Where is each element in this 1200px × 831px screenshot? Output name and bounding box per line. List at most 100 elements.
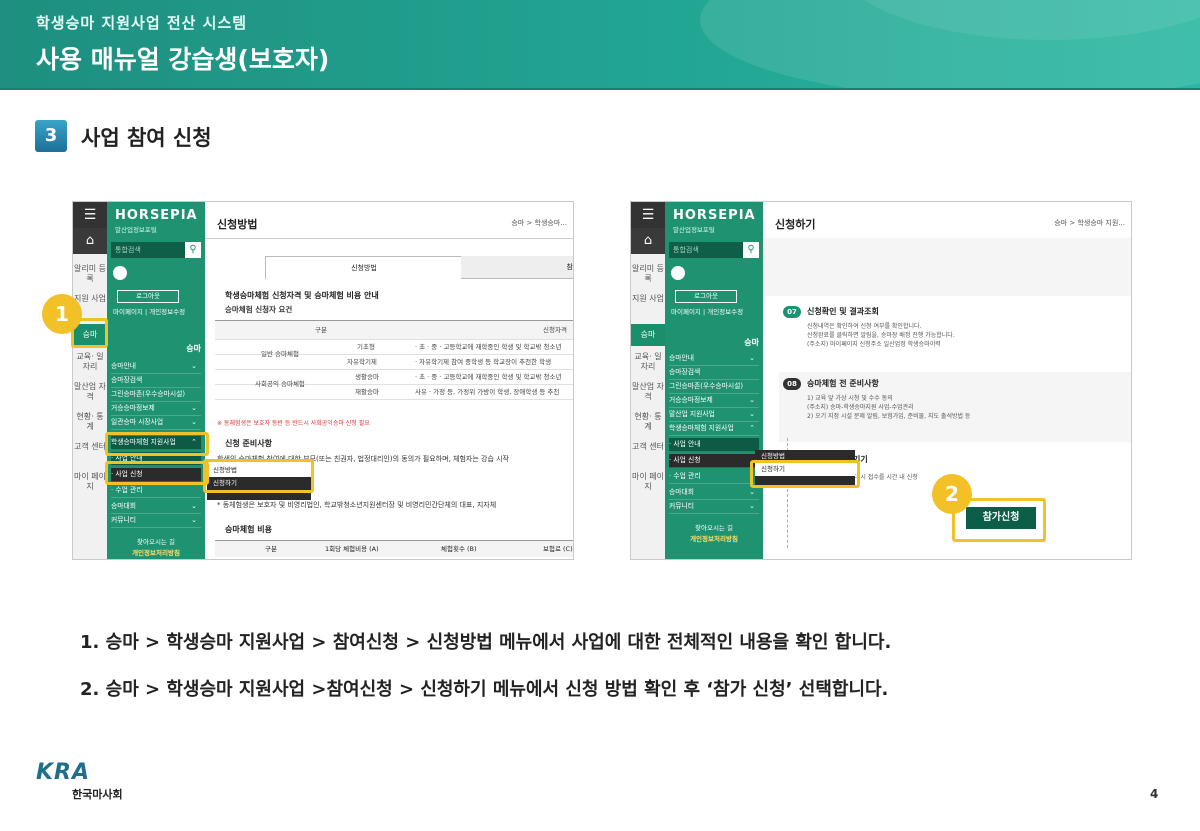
- menu-item[interactable]: 승마대회 ⌄: [111, 500, 201, 514]
- horsepia-logo[interactable]: HORSEPIA: [115, 208, 198, 223]
- step-08-badge: 08: [783, 378, 801, 390]
- tab-other[interactable]: 참: [461, 256, 573, 279]
- breadcrumb: 승마 > 학생승마 지원...: [1054, 219, 1125, 227]
- highlight-apply-popup: [750, 460, 860, 488]
- step-08-text: 1) 교육 앞 가상 시청 및 수수 동의 (주소지) 승마-학생승마지원 사업…: [807, 395, 971, 420]
- rail-item[interactable]: 말산업 자격: [73, 382, 107, 402]
- search-placeholder: 통합검색: [673, 246, 699, 254]
- step-07-badge: 07: [783, 306, 801, 318]
- menu-item[interactable]: 승마장검색: [111, 374, 201, 388]
- menu-item[interactable]: 거승승마정보제 ⌄: [111, 402, 201, 416]
- menu-item[interactable]: 말산업 지원사업 ⌄: [669, 408, 759, 422]
- search-icon[interactable]: ⚲: [743, 242, 759, 258]
- avatar: [671, 266, 685, 280]
- rail-item[interactable]: 말산업 자격: [631, 382, 665, 402]
- my-links[interactable]: 마이페이지 | 개인정보수정: [113, 306, 185, 316]
- menu-item[interactable]: 그린승마존(우수승마시설): [111, 388, 201, 402]
- privacy-link[interactable]: 개인정보처리방침: [669, 533, 759, 543]
- chevron-down-icon: ⌄: [749, 410, 755, 418]
- side-menu: HORSEPIA 말산업정보포털 통합검색 ⚲ 로그아웃 마이페이지 | 개인정보…: [107, 202, 205, 559]
- menu-item[interactable]: 승마대회 ⌄: [669, 486, 759, 500]
- screenshot-apply: ☰ ⌂ 알리미 등록 지원 사업 승마 교육· 일자리 말산업 자격 현황· 통…: [630, 201, 1132, 560]
- menu-item[interactable]: 승마안내 ⌄: [669, 352, 759, 366]
- rail-item[interactable]: 마이 페이지: [73, 472, 107, 492]
- breadcrumb: 승마 > 학생승마...: [511, 219, 567, 227]
- menu-item[interactable]: 그린승마존(우수승마시설): [669, 380, 759, 394]
- cost-title: 승마체험 비용: [225, 525, 272, 534]
- rail-item[interactable]: 마이 페이지: [631, 472, 665, 492]
- tab-apply-method[interactable]: 신청방법: [265, 256, 463, 279]
- side-menu: HORSEPIA 말산업정보포털 통합검색 ⚲ 로그아웃 마이페이지 | 개인정보…: [665, 202, 763, 559]
- rail-item[interactable]: 교육· 일자리: [631, 352, 665, 372]
- search-icon[interactable]: ⚲: [185, 242, 201, 258]
- search-placeholder: 통합검색: [115, 246, 141, 254]
- chevron-down-icon: ⌄: [191, 516, 197, 524]
- menu-item[interactable]: 일관승마 시장사업 ⌄: [111, 416, 201, 430]
- logo-subtitle: 말산업정보포털: [115, 226, 157, 234]
- chevron-down-icon: ⌄: [191, 362, 197, 370]
- highlight-student-riding: [105, 432, 209, 456]
- menu-subitem[interactable]: · 수업 관리: [111, 484, 201, 498]
- instruction-2: 2. 승마 > 학생승마 지원사업 >참여신청 > 신청하기 메뉴에서 신청 방…: [80, 679, 889, 700]
- rail-item[interactable]: 현황· 통계: [73, 412, 107, 432]
- page-title: 신청방법: [217, 218, 258, 231]
- privacy-link[interactable]: 개인정보처리방침: [111, 547, 201, 557]
- step-07-title: 신청확인 및 결과조회: [807, 307, 879, 316]
- chevron-down-icon: ⌄: [749, 396, 755, 404]
- rail-item[interactable]: 현황· 통계: [631, 412, 665, 432]
- page-number: 4: [1150, 787, 1159, 801]
- chevron-down-icon: ⌄: [749, 354, 755, 362]
- rail-item-active[interactable]: 승마: [631, 324, 665, 346]
- menu-heading: 승마: [744, 338, 759, 347]
- notice-subtitle: 승마체험 신청자 요건: [225, 305, 293, 314]
- screenshot-apply-method: ☰ ⌂ 알리미 등록 지원 사업 승마 교육· 일자리 말산업 자격 현황· 통…: [72, 201, 574, 560]
- logout-button[interactable]: 로그아웃: [675, 290, 737, 303]
- search-input[interactable]: 통합검색 ⚲: [669, 242, 759, 258]
- horsepia-logo[interactable]: HORSEPIA: [673, 208, 756, 223]
- step-07-text: 신청내역은 확인하여 신청 여부를 확인합니다. 신청완료를 클릭하면 알림을,…: [807, 323, 955, 348]
- directions-link[interactable]: 찾아오시는 길: [669, 522, 759, 532]
- eligibility-table: 구분 신청자격 일반 승마체험 기초형 · 초 · 중 · 고등학교에 재학중인 학생…: [215, 320, 573, 400]
- menu-subitem[interactable]: · 사업 안내: [669, 438, 759, 452]
- rail-item[interactable]: 교육· 일자리: [73, 352, 107, 372]
- menu-subitem-apply[interactable]: · 사업 신청: [669, 454, 759, 468]
- highlight-apply-method-popup: [203, 459, 314, 493]
- rail-item[interactable]: 고객 센터: [73, 442, 107, 452]
- icon-rail: ☰ ⌂ 알리미 등록 지원 사업 승마 교육· 일자리 말산업 자격 현황· 통…: [631, 202, 666, 559]
- home-icon[interactable]: ⌂: [73, 228, 107, 254]
- menu-heading: 승마: [186, 344, 201, 353]
- rail-item[interactable]: 알리미 등록: [73, 264, 107, 284]
- prep-title: 신청 준비사항: [225, 439, 272, 448]
- instruction-1: 1. 승마 > 학생승마 지원사업 > 참여신청 > 신청방법 메뉴에서 사업에…: [80, 632, 892, 653]
- menu-subitem[interactable]: · 수업 관리: [669, 470, 759, 484]
- menu-item[interactable]: 승마안내 ⌄: [111, 360, 201, 374]
- my-links[interactable]: 마이페이지 | 개인정보수정: [671, 306, 743, 316]
- step-08-title: 승마체험 전 준비사항: [807, 379, 879, 388]
- logo-subtitle: 말산업정보포털: [673, 226, 715, 234]
- chevron-down-icon: ⌄: [749, 502, 755, 510]
- directions-link[interactable]: 찾아오시는 길: [111, 536, 201, 546]
- rail-item[interactable]: 고객 센터: [631, 442, 665, 452]
- menu-item-student-riding[interactable]: 학생승마체험 지원사업 ⌃: [669, 422, 759, 436]
- content-area: 신청방법 승마 > 학생승마... 신청방법 참 학생승마체험 신청자격 및 승…: [205, 202, 573, 559]
- hamburger-menu-icon[interactable]: ☰: [631, 202, 665, 228]
- chevron-down-icon: ⌄: [191, 418, 197, 426]
- menu-item[interactable]: 커뮤니티 ⌄: [111, 514, 201, 528]
- header-subtitle: 학생승마 지원사업 전산 시스템: [36, 14, 248, 32]
- notice-title: 학생승마체험 신청자격 및 승마체험 비용 안내: [225, 291, 379, 300]
- rail-item[interactable]: 알리미 등록: [631, 264, 665, 284]
- hamburger-menu-icon[interactable]: ☰: [73, 202, 107, 228]
- home-icon[interactable]: ⌂: [631, 228, 665, 254]
- organization-name: 한국마사회: [72, 788, 123, 801]
- kra-logo: KRA: [36, 760, 91, 785]
- menu-item[interactable]: 커뮤니티 ⌄: [669, 500, 759, 514]
- menu-item[interactable]: 거승승마정보제 ⌄: [669, 394, 759, 408]
- header-divider: [0, 88, 1200, 90]
- step-badge-2: 2: [932, 474, 972, 514]
- menu-item[interactable]: 승마장검색: [669, 366, 759, 380]
- search-input[interactable]: 통합검색 ⚲: [111, 242, 201, 258]
- page-title: 신청하기: [775, 218, 816, 231]
- rail-item[interactable]: 지원 사업: [631, 294, 665, 304]
- avatar: [113, 266, 127, 280]
- logout-button[interactable]: 로그아웃: [117, 290, 179, 303]
